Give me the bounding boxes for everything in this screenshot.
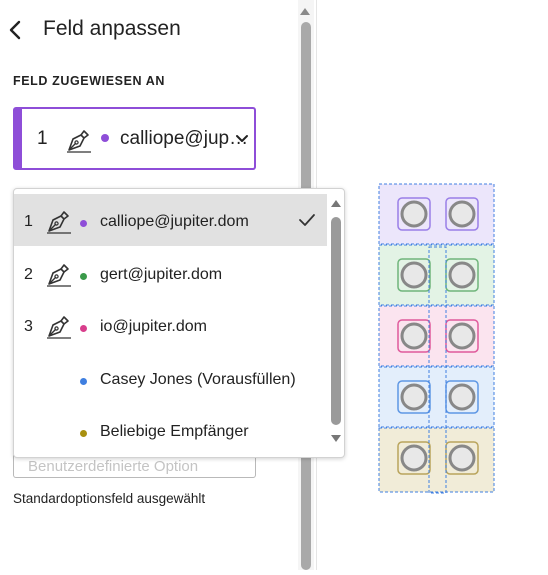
radio-button[interactable] (448, 383, 476, 411)
recipient-option[interactable]: 2 gert@jupiter.dom (14, 247, 327, 299)
assigned-recipient-email: calliope@jup… (120, 128, 249, 149)
recipient-number: 2 (24, 265, 33, 283)
document-canvas (317, 0, 548, 570)
radio-button[interactable] (400, 322, 428, 350)
assigned-to-label: FELD ZUGEWIESEN AN (13, 74, 166, 88)
recipient-email: Beliebige Empfänger (100, 423, 249, 440)
recipient-email: Casey Jones (Vorausfüllen) (100, 370, 296, 388)
radio-button[interactable] (400, 200, 428, 228)
recipient-color-dot (80, 272, 87, 280)
radio-button[interactable] (448, 200, 476, 228)
scroll-up-arrow-icon[interactable] (300, 7, 310, 15)
recipient-color-dot (80, 220, 87, 227)
recipient-color-dot (80, 325, 87, 332)
default-option-status: Standardoptionsfeld ausgewählt (13, 491, 206, 506)
radio-group-fields (378, 183, 495, 494)
radio-button[interactable] (448, 322, 476, 350)
recipient-number: 3 (24, 318, 33, 335)
recipient-option[interactable]: 3 io@jupiter.dom (14, 299, 327, 351)
scroll-down-arrow-icon[interactable] (331, 435, 341, 443)
dropdown-scrollbar[interactable] (327, 189, 344, 457)
assigned-recipient-select[interactable]: 1 calliope@jup… (13, 107, 256, 170)
signer-pen-icon (47, 316, 71, 339)
radio-button[interactable] (400, 383, 428, 411)
radio-button[interactable] (400, 261, 428, 289)
recipient-color-dot (80, 430, 87, 437)
recipient-option[interactable]: Beliebige Empfänger (14, 404, 327, 456)
recipient-color-dot (101, 134, 109, 142)
radio-button[interactable] (400, 444, 428, 472)
scroll-up-arrow-icon[interactable] (331, 199, 341, 207)
chevron-down-icon[interactable] (234, 133, 250, 145)
recipient-color-dot (80, 377, 87, 385)
checkmark-icon (299, 214, 315, 226)
recipient-email: io@jupiter.dom (100, 318, 207, 335)
signer-pen-icon (47, 211, 71, 234)
recipient-email: calliope@jupiter.dom (100, 213, 249, 230)
recipient-email: gert@jupiter.dom (100, 265, 223, 283)
panel-title: Feld anpassen (43, 17, 181, 40)
option-text-placeholder: Benutzerdefinierte Option (28, 458, 199, 475)
option-text-field[interactable]: Benutzerdefinierte Option (13, 455, 256, 478)
radio-button[interactable] (448, 261, 476, 289)
recipient-dropdown-menu: 1 calliope@jupiter.dom 2 gert@jupiter.dom 3 i… (13, 188, 345, 458)
back-arrow-icon[interactable] (6, 18, 24, 42)
dropdown-scrollbar-thumb[interactable] (331, 217, 341, 425)
signer-pen-icon (47, 263, 71, 287)
recipient-option[interactable]: 1 calliope@jupiter.dom (14, 194, 327, 246)
recipient-number: 1 (24, 213, 33, 230)
recipient-number: 1 (37, 128, 48, 149)
recipient-option[interactable]: Casey Jones (Vorausfüllen) (14, 352, 327, 404)
signer-pen-icon (67, 130, 91, 153)
radio-button[interactable] (448, 444, 476, 472)
